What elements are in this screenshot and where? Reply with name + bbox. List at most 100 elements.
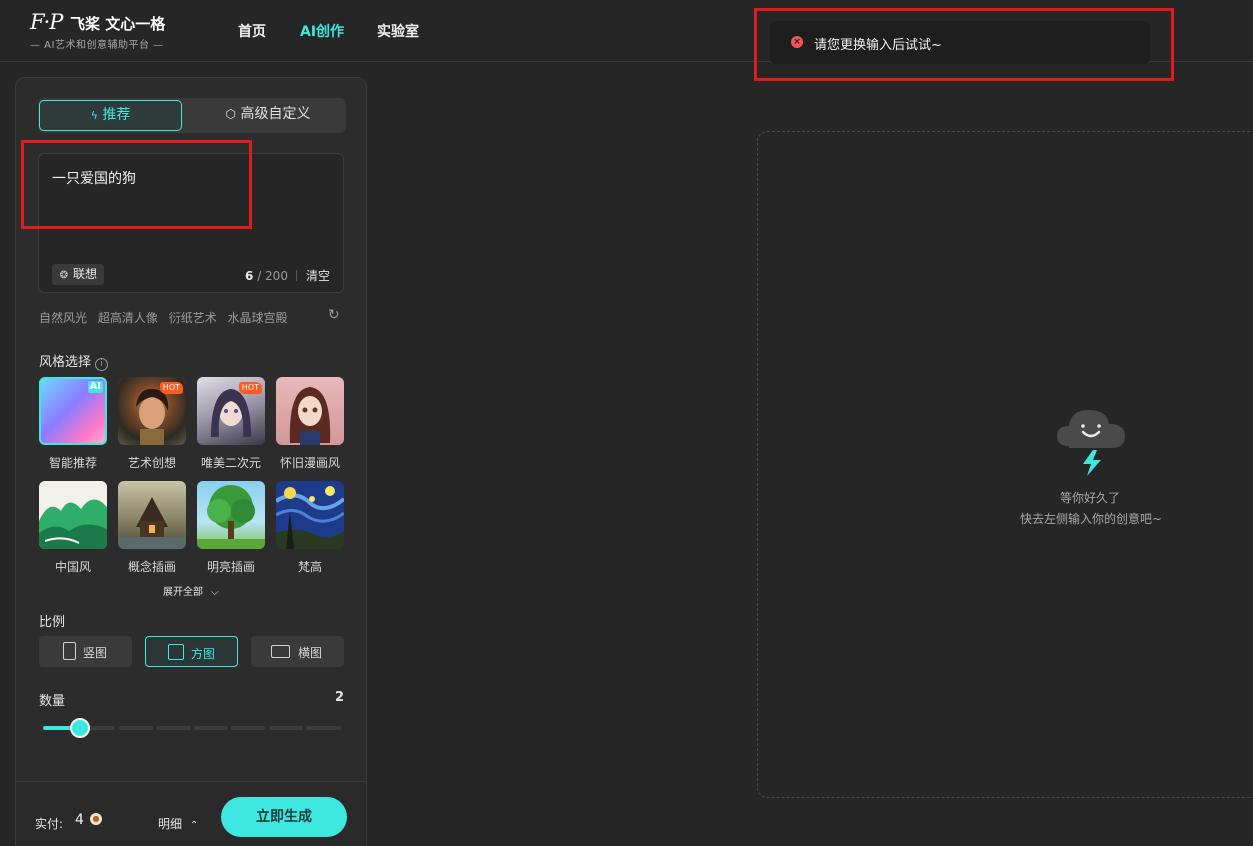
portrait-ratio-icon: [63, 642, 76, 660]
slider-knob[interactable]: [70, 718, 91, 738]
suggest-tag[interactable]: 衍纸艺术: [169, 311, 217, 325]
tab-recommend-label: 推荐: [102, 107, 131, 123]
slider-segment: [155, 726, 191, 730]
ratio-landscape[interactable]: 横图: [251, 636, 344, 667]
expand-all-button[interactable]: 展开全部 ⌵: [163, 583, 219, 598]
ratio-square[interactable]: 方图: [145, 636, 238, 667]
info-icon[interactable]: i: [95, 358, 109, 371]
cloud-lightning-icon: [1057, 410, 1125, 476]
style-name: 中国风: [54, 560, 91, 574]
style-item-art[interactable]: HOT 艺术创想: [118, 377, 186, 471]
suggest-tag[interactable]: 超高清人像: [98, 311, 158, 325]
style-thumb: [197, 481, 265, 549]
tab-recommend[interactable]: ϟ 推荐: [39, 100, 182, 131]
tab-advanced[interactable]: ⬡ 高级自定义: [198, 100, 338, 131]
style-section-label: 风格选择 i: [39, 351, 109, 371]
refresh-icon[interactable]: ↻: [328, 307, 340, 323]
style-thumb: [276, 377, 344, 445]
footer-bar: 实付: 4 ● 明细 ⌃ 立即生成: [16, 781, 366, 846]
logo-subtitle: — AI艺术和创意辅助平台 —: [30, 40, 164, 51]
quantity-section-label: 数量: [39, 694, 66, 709]
style-name: 艺术创想: [127, 456, 176, 470]
style-item-chinese[interactable]: 中国风: [39, 481, 107, 575]
ratio-section-label: 比例: [39, 615, 66, 630]
slider-segment: [268, 726, 304, 730]
ratio-landscape-label: 横图: [298, 646, 323, 660]
generate-button[interactable]: 立即生成: [221, 797, 347, 837]
suggest-tags: 自然风光 超高清人像 衍纸艺术 水晶球宫殿: [39, 309, 295, 326]
nav-ai-create[interactable]: AI创作: [300, 21, 344, 41]
divider: [295, 270, 297, 281]
slider-segment: [306, 726, 341, 730]
square-ratio-icon: [168, 644, 184, 660]
hot-badge: HOT: [238, 382, 262, 394]
hot-badge: HOT: [159, 382, 183, 394]
style-name: 梵高: [297, 560, 322, 574]
logo-title: 飞桨 文心一格: [70, 15, 166, 33]
pay-value: 4: [75, 812, 84, 828]
style-name: 明亮插画: [206, 560, 255, 574]
style-thumb: [39, 481, 107, 549]
suggest-tag[interactable]: 自然风光: [39, 311, 87, 325]
style-thumb: [276, 481, 344, 549]
green-tree-image: [197, 485, 265, 549]
nav-lab[interactable]: 实验室: [377, 21, 419, 41]
associate-button[interactable]: ❂ 联想: [52, 264, 104, 285]
style-item-anime[interactable]: HOT 唯美二次元: [197, 377, 265, 471]
style-name: 概念插画: [127, 560, 176, 574]
detail-button[interactable]: 明细 ⌃: [158, 815, 198, 832]
slider-segment: [118, 726, 153, 730]
style-item-retro-comic[interactable]: 怀旧漫画风: [276, 377, 344, 471]
clear-button[interactable]: 清空: [306, 269, 330, 283]
style-name: 唯美二次元: [200, 456, 261, 470]
style-name: 怀旧漫画风: [279, 456, 340, 470]
associate-label: 联想: [73, 267, 98, 281]
chinese-landscape-image: [39, 499, 107, 549]
chevron-up-icon: ⌃: [190, 820, 199, 831]
cube-icon: ⬡: [225, 107, 237, 121]
lightning-icon: ϟ: [90, 109, 98, 122]
style-item-bright[interactable]: 明亮插画: [197, 481, 265, 575]
ratio-portrait[interactable]: 竖图: [39, 636, 132, 667]
quantity-value: 2: [335, 690, 345, 705]
result-canvas: 等你好久了 快去左侧输入你的创意吧~: [757, 131, 1253, 798]
annotation-box-toast: [754, 8, 1174, 81]
style-thumb: HOT: [118, 377, 186, 445]
pay-label: 实付:: [35, 817, 64, 831]
annotation-box-prompt: [21, 140, 252, 229]
logo[interactable]: F·P 飞桨 文心一格 — AI艺术和创意辅助平台 —: [30, 10, 180, 54]
empty-state-hint: 快去左侧输入你的创意吧~: [1020, 512, 1163, 526]
style-label: 风格选择: [39, 355, 92, 370]
empty-state-title: 等你好久了: [1060, 491, 1121, 505]
ai-badge: AI: [87, 381, 103, 393]
char-counter: 6 / 200 清空: [245, 267, 330, 284]
slider-segment: [193, 726, 229, 730]
quantity-slider[interactable]: [43, 718, 341, 738]
starry-night-image: [276, 486, 344, 549]
ratio-portrait-label: 竖图: [83, 646, 108, 660]
char-count: 6: [245, 269, 254, 283]
slider-segment: [231, 726, 266, 730]
style-name: 智能推荐: [48, 456, 97, 470]
mode-tabs: ϟ 推荐 ⬡ 高级自定义: [38, 98, 346, 133]
style-thumb: [118, 481, 186, 549]
char-max: / 200: [257, 269, 288, 283]
style-item-concept[interactable]: 概念插画: [118, 481, 186, 575]
associate-icon: ❂: [59, 270, 69, 281]
concept-house-image: [118, 497, 186, 549]
style-item-vangogh[interactable]: 梵高: [276, 481, 344, 575]
expand-label: 展开全部: [163, 587, 203, 598]
tab-advanced-label: 高级自定义: [240, 106, 311, 122]
style-thumb: AI: [39, 377, 107, 445]
style-item-smart[interactable]: AI 智能推荐: [39, 377, 107, 471]
landscape-ratio-icon: [271, 645, 290, 658]
suggest-tag[interactable]: 水晶球宫殿: [228, 311, 288, 325]
ratio-square-label: 方图: [191, 647, 216, 661]
logo-mark: F·P: [30, 10, 63, 34]
style-thumb: HOT: [197, 377, 265, 445]
detail-label: 明细: [158, 817, 183, 831]
retro-girl-image: [289, 387, 331, 445]
nav-home[interactable]: 首页: [238, 21, 266, 41]
coin-icon: ●: [90, 813, 102, 825]
chevron-down-icon: ⌵: [211, 587, 219, 598]
